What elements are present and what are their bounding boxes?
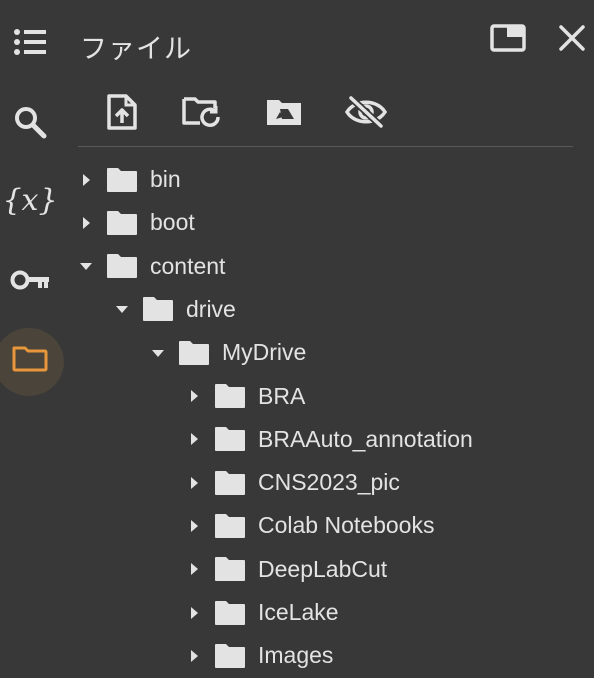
expand-caret[interactable] bbox=[76, 256, 96, 276]
search-icon bbox=[15, 107, 47, 139]
folder-icon bbox=[214, 643, 246, 669]
tree-item-label: IceLake bbox=[258, 599, 339, 625]
key-icon bbox=[10, 270, 49, 290]
tree-item[interactable]: Colab Notebooks bbox=[184, 504, 434, 547]
tree-item[interactable]: MyDrive bbox=[148, 331, 306, 374]
expand-caret[interactable] bbox=[184, 559, 204, 579]
panel-title: ファイル bbox=[80, 34, 192, 65]
open-in-tab-button[interactable] bbox=[488, 18, 528, 58]
variables-button[interactable]: {x} bbox=[0, 170, 60, 230]
tree-item-label: BRA bbox=[258, 382, 306, 409]
tree-item-label: BRAAuto_annotation bbox=[258, 425, 473, 452]
tree-item-label: Colab Notebooks bbox=[258, 512, 435, 539]
expand-caret[interactable] bbox=[112, 299, 132, 319]
expand-caret[interactable] bbox=[184, 603, 204, 623]
expand-caret[interactable] bbox=[184, 429, 204, 449]
folder-icon bbox=[106, 167, 138, 193]
caret-icon bbox=[80, 263, 92, 271]
side-rail: {x} bbox=[0, 0, 64, 678]
caret-icon bbox=[83, 216, 90, 229]
tree-item-label: Images bbox=[258, 642, 334, 669]
mount-drive-icon bbox=[267, 100, 301, 125]
table-of-contents-button[interactable] bbox=[0, 12, 60, 72]
tree-item-label: drive bbox=[186, 295, 236, 322]
tree-item-label: boot bbox=[150, 209, 195, 236]
tree-item[interactable]: BRA bbox=[184, 375, 305, 418]
expand-caret[interactable] bbox=[184, 386, 204, 406]
expand-caret[interactable] bbox=[76, 170, 96, 190]
upload-button[interactable] bbox=[100, 90, 144, 134]
expand-caret[interactable] bbox=[76, 213, 96, 233]
folder-icon bbox=[214, 513, 246, 539]
folder-icon bbox=[106, 210, 138, 236]
close-button[interactable] bbox=[552, 18, 592, 58]
expand-caret[interactable] bbox=[148, 343, 168, 363]
folder-icon bbox=[214, 470, 246, 496]
expand-caret[interactable] bbox=[184, 473, 204, 493]
folder-icon bbox=[214, 426, 246, 452]
caret-icon bbox=[152, 349, 164, 357]
folder-icon bbox=[214, 600, 246, 626]
tree-item[interactable]: Images bbox=[184, 634, 333, 677]
folder-icon bbox=[214, 383, 246, 409]
toolbar-divider bbox=[78, 146, 573, 147]
open-in-tab-icon bbox=[490, 24, 526, 52]
tree-item[interactable]: IceLake bbox=[184, 591, 339, 634]
tree-item[interactable]: CNS2023_pic bbox=[184, 461, 400, 504]
caret-icon bbox=[191, 390, 198, 402]
caret-icon bbox=[191, 476, 198, 489]
caret-icon bbox=[191, 649, 198, 662]
tree-item[interactable]: drive bbox=[112, 288, 236, 331]
tree-item[interactable]: DeepLabCut bbox=[184, 548, 387, 591]
tree-item[interactable]: content bbox=[76, 245, 225, 288]
list-icon bbox=[14, 29, 46, 55]
folder-icon bbox=[214, 556, 246, 582]
tree-item[interactable]: BRAAuto_annotation bbox=[184, 418, 473, 461]
tree-item-label: CNS2023_pic bbox=[258, 469, 400, 496]
caret-icon bbox=[191, 606, 198, 619]
search-button[interactable] bbox=[0, 92, 60, 152]
folder-icon bbox=[12, 346, 48, 372]
close-icon bbox=[559, 25, 585, 51]
caret-icon bbox=[83, 173, 90, 186]
hide-files-icon bbox=[345, 95, 387, 129]
caret-icon bbox=[191, 563, 198, 576]
files-panel: {x} ファイル bin boot content drive MyDrive … bbox=[0, 0, 594, 678]
refresh-folder-icon bbox=[182, 97, 220, 127]
caret-icon bbox=[191, 433, 198, 446]
secrets-button[interactable] bbox=[0, 250, 60, 310]
upload-file-icon bbox=[107, 94, 137, 130]
expand-caret[interactable] bbox=[184, 646, 204, 666]
tree-item[interactable]: boot bbox=[76, 201, 195, 244]
mount-drive-button[interactable] bbox=[262, 90, 306, 134]
variables-icon: {x} bbox=[2, 182, 58, 218]
folder-icon bbox=[142, 296, 174, 322]
tree-item-label: bin bbox=[150, 166, 181, 192]
tree-item-label: content bbox=[150, 252, 226, 279]
caret-icon bbox=[191, 519, 198, 532]
toggle-hidden-files-button[interactable] bbox=[344, 90, 388, 134]
tree-item-label: MyDrive bbox=[222, 339, 307, 366]
refresh-button[interactable] bbox=[180, 90, 224, 134]
tree-item[interactable]: bin bbox=[76, 158, 181, 201]
tree-item-label: DeepLabCut bbox=[258, 555, 388, 582]
caret-icon bbox=[116, 306, 128, 314]
expand-caret[interactable] bbox=[184, 516, 204, 536]
folder-icon bbox=[178, 340, 210, 366]
folder-icon bbox=[106, 253, 138, 279]
files-button[interactable] bbox=[0, 328, 64, 396]
